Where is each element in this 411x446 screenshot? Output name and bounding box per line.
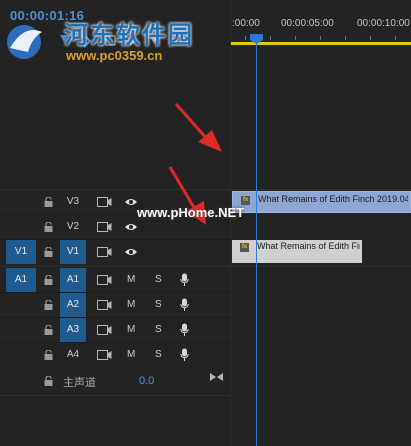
- ruler-tick: [345, 36, 346, 40]
- go-to-end-icon[interactable]: [210, 372, 223, 382]
- track-name-a3[interactable]: A3: [60, 318, 86, 342]
- solo-button[interactable]: S: [155, 324, 162, 335]
- eye-icon[interactable]: [124, 222, 138, 232]
- lock-icon[interactable]: [44, 300, 53, 310]
- fx-badge-icon: fx: [240, 243, 249, 252]
- source-patch-a1[interactable]: A1: [6, 268, 36, 292]
- clip-v1-label: What Remains of Edith Finch: [257, 241, 360, 251]
- mute-button[interactable]: M: [127, 349, 135, 360]
- track-name-a2[interactable]: A2: [60, 293, 86, 317]
- track-header-a1[interactable]: A1 A1 M S: [0, 268, 231, 292]
- av-divider[interactable]: [0, 266, 411, 267]
- playhead-handle-icon[interactable]: [250, 34, 263, 44]
- film-icon[interactable]: [97, 247, 112, 257]
- arrow-annotation-icon: [174, 103, 222, 152]
- track-name-v2[interactable]: V2: [60, 215, 86, 239]
- film-icon[interactable]: [97, 300, 112, 310]
- mic-icon[interactable]: [180, 298, 189, 312]
- playhead-line[interactable]: [256, 34, 257, 446]
- track-name-a4[interactable]: A4: [60, 343, 86, 367]
- track-header-a2[interactable]: A2 M S: [0, 293, 231, 317]
- watermark-site-name: 河东软件园: [64, 22, 194, 49]
- film-icon[interactable]: [97, 222, 112, 232]
- watermark-overlay: www.pHome.NET: [137, 205, 245, 220]
- ruler-label-10: 00:00:10:00: [357, 18, 410, 29]
- mute-button[interactable]: M: [127, 299, 135, 310]
- lock-icon[interactable]: [44, 376, 53, 386]
- ruler-label-5: 00:00:05:00: [281, 18, 334, 29]
- lock-icon[interactable]: [44, 247, 53, 257]
- track-name-v1[interactable]: V1: [60, 240, 86, 264]
- ruler-tick: [395, 36, 396, 40]
- eye-icon[interactable]: [124, 247, 138, 257]
- clip-v3-label: What Remains of Edith Finch 2019.04.0: [258, 194, 408, 204]
- solo-button[interactable]: S: [155, 274, 162, 285]
- ruler-tick: [370, 36, 371, 40]
- watermark-logo-icon: [7, 25, 42, 59]
- mute-button[interactable]: M: [127, 274, 135, 285]
- solo-button[interactable]: S: [155, 299, 162, 310]
- mute-button[interactable]: M: [127, 324, 135, 335]
- mic-icon[interactable]: [180, 348, 189, 362]
- film-icon[interactable]: [97, 275, 112, 285]
- ruler-label-0: :00:00: [232, 18, 260, 29]
- track-header-a3[interactable]: A3 M S: [0, 318, 231, 342]
- ruler-tick: [245, 36, 246, 40]
- lock-icon[interactable]: [44, 222, 53, 232]
- film-icon[interactable]: [97, 350, 112, 360]
- lock-icon[interactable]: [44, 197, 53, 207]
- master-track-label: 主声道: [63, 377, 96, 389]
- track-header-a4[interactable]: A4 M S: [0, 343, 231, 367]
- clip-v3[interactable]: fx What Remains of Edith Finch 2019.04.0: [232, 191, 411, 213]
- track-name-v3[interactable]: V3: [60, 190, 86, 214]
- ruler-tick: [295, 36, 296, 40]
- lock-icon[interactable]: [44, 325, 53, 335]
- eye-icon[interactable]: [124, 197, 138, 207]
- mic-icon[interactable]: [180, 273, 189, 287]
- film-icon[interactable]: [97, 325, 112, 335]
- ruler-tick: [270, 36, 271, 40]
- lock-icon[interactable]: [44, 275, 53, 285]
- clip-v1[interactable]: fx What Remains of Edith Finch: [232, 240, 362, 263]
- solo-button[interactable]: S: [155, 349, 162, 360]
- master-volume-value[interactable]: 0.0: [139, 375, 154, 387]
- film-icon[interactable]: [97, 197, 112, 207]
- master-bottom-divider: [0, 395, 230, 396]
- track-header-v1[interactable]: V1 V1: [0, 240, 231, 264]
- fx-badge-icon: fx: [241, 196, 250, 205]
- watermark-url: www.pc0359.cn: [66, 48, 163, 63]
- mic-icon[interactable]: [180, 323, 189, 337]
- lock-icon[interactable]: [44, 350, 53, 360]
- ruler-tick: [320, 36, 321, 40]
- track-name-a1[interactable]: A1: [60, 268, 86, 292]
- source-patch-v1[interactable]: V1: [6, 240, 36, 264]
